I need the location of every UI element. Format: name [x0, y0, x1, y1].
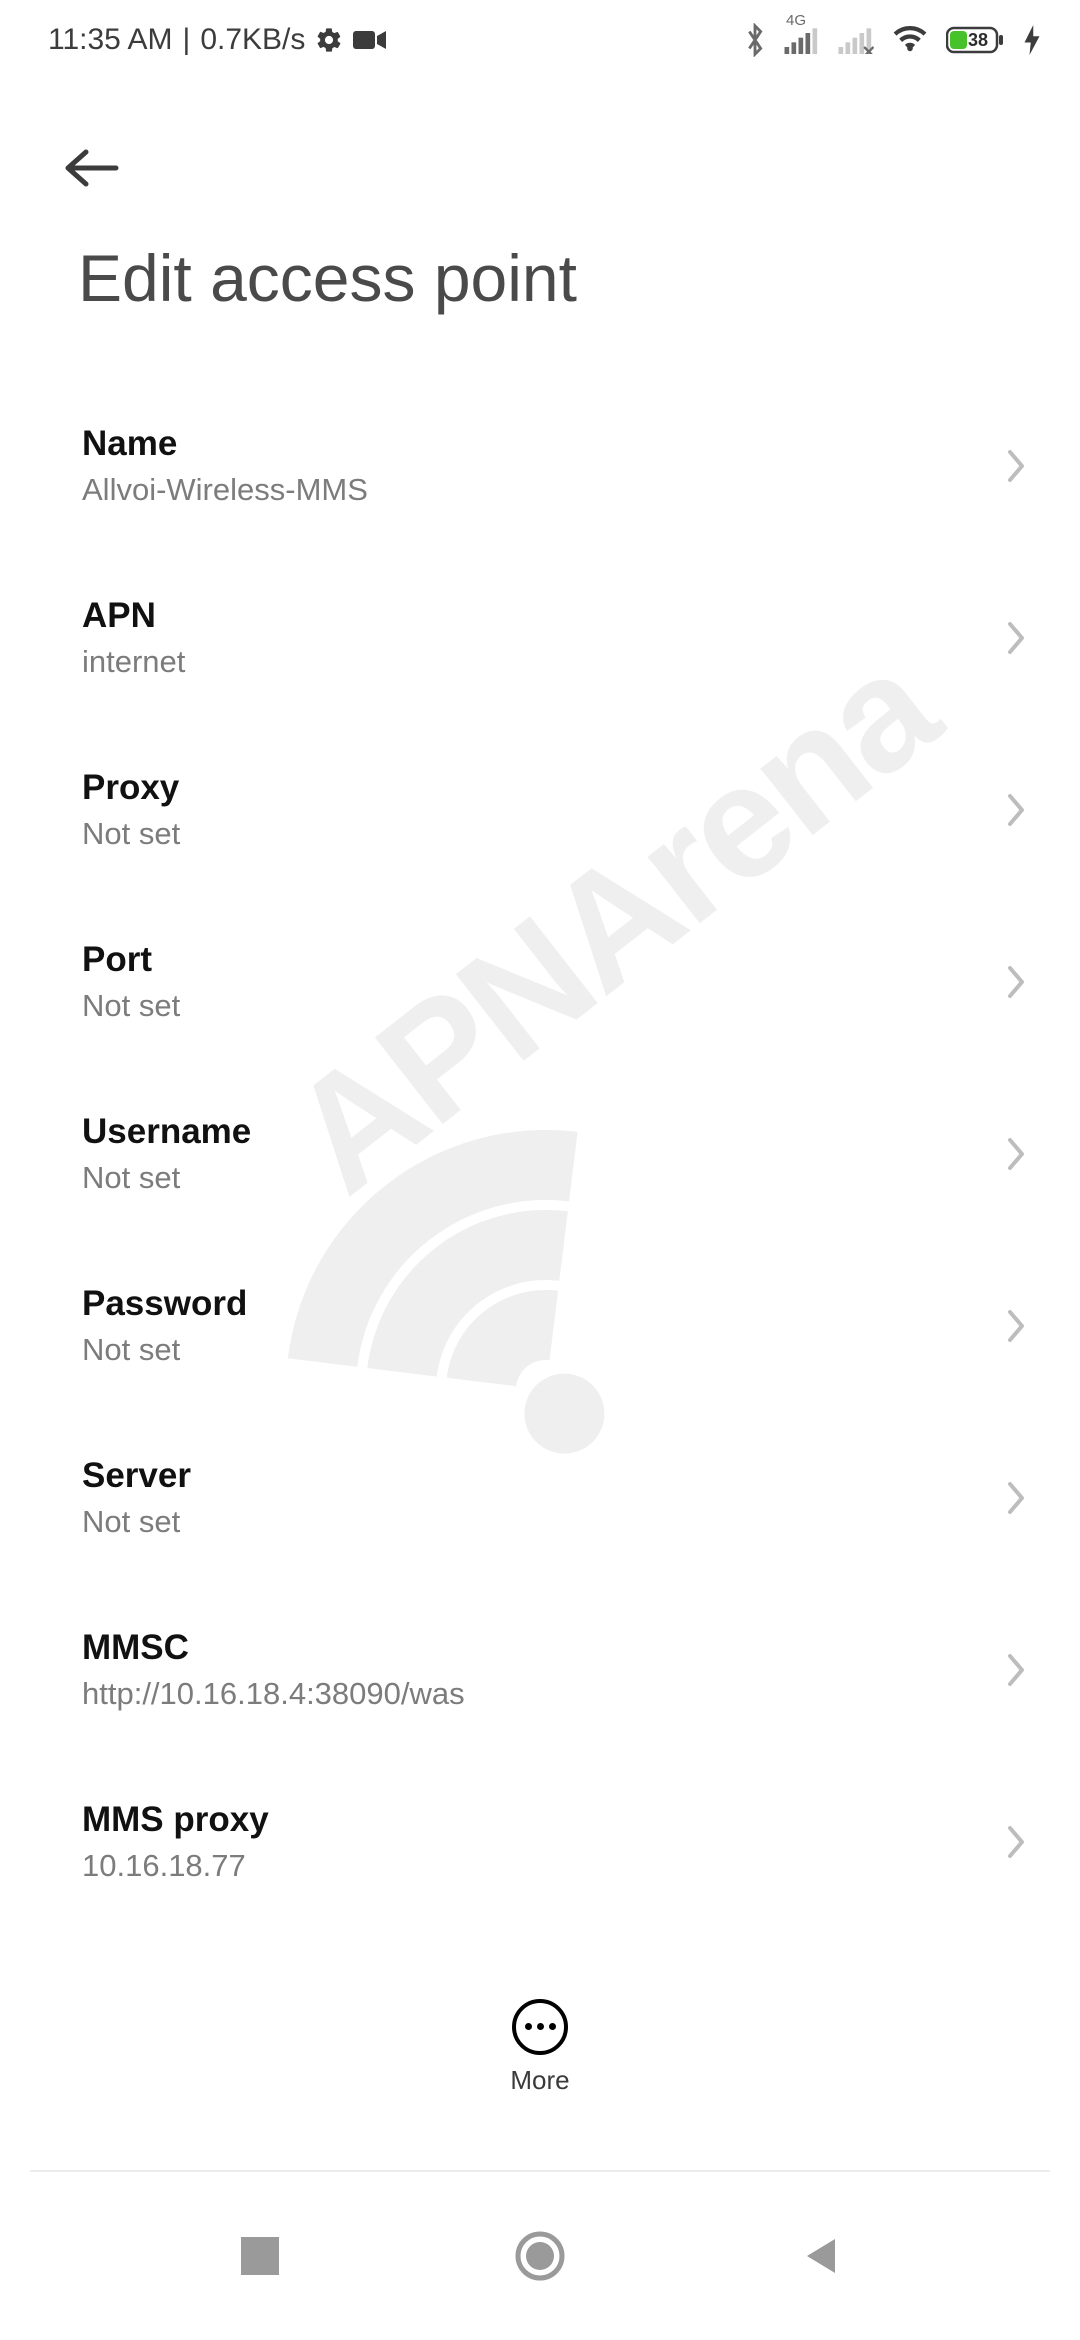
- row-label: Name: [82, 424, 980, 464]
- row-mmsc[interactable]: MMSC http://10.16.18.4:38090/was: [0, 1584, 1080, 1756]
- row-value: Not set: [82, 1332, 980, 1368]
- row-value: internet: [82, 644, 980, 680]
- row-value: http://10.16.18.4:38090/was: [82, 1676, 980, 1712]
- back-button[interactable]: [60, 144, 124, 192]
- chevron-right-icon: [1004, 1822, 1028, 1862]
- arrow-left-icon: [60, 144, 124, 192]
- row-value: Not set: [82, 816, 980, 852]
- wifi-icon: [892, 26, 928, 54]
- row-value: Allvoi-Wireless-MMS: [82, 472, 980, 508]
- charging-icon: [1024, 25, 1040, 55]
- row-label: Password: [82, 1284, 980, 1324]
- chevron-right-icon: [1004, 1306, 1028, 1346]
- row-port[interactable]: Port Not set: [0, 896, 1080, 1068]
- chevron-right-icon: [1004, 1650, 1028, 1690]
- row-mms-proxy[interactable]: MMS proxy 10.16.18.77: [0, 1756, 1080, 1928]
- settings-list: Name Allvoi-Wireless-MMS APN internet Pr…: [0, 380, 1080, 1950]
- more-button[interactable]: More: [0, 1972, 1080, 2122]
- nav-recents-button[interactable]: [225, 2221, 295, 2291]
- chevron-right-icon: [1004, 618, 1028, 658]
- square-icon: [241, 2237, 279, 2275]
- status-net-speed: 0.7KB/s: [200, 23, 305, 57]
- row-value: Not set: [82, 1160, 980, 1196]
- nav-home-button[interactable]: [505, 2221, 575, 2291]
- header: [0, 128, 1080, 208]
- row-password[interactable]: Password Not set: [0, 1240, 1080, 1412]
- gear-icon: [315, 26, 343, 54]
- more-label: More: [510, 2065, 569, 2096]
- triangle-left-icon: [801, 2235, 839, 2277]
- row-label: Username: [82, 1112, 980, 1152]
- row-label: Port: [82, 940, 980, 980]
- more-icon: [512, 1999, 568, 2055]
- row-label: Server: [82, 1456, 980, 1496]
- chevron-right-icon: [1004, 446, 1028, 486]
- status-time: 11:35 AM: [48, 23, 173, 57]
- row-apn[interactable]: APN internet: [0, 552, 1080, 724]
- row-name[interactable]: Name Allvoi-Wireless-MMS: [0, 380, 1080, 552]
- chevron-right-icon: [1004, 1478, 1028, 1518]
- status-bar: 11:35 AM | 0.7KB/s 4G 38: [0, 0, 1080, 80]
- circle-icon: [515, 2231, 565, 2281]
- chevron-right-icon: [1004, 1134, 1028, 1174]
- chevron-right-icon: [1004, 962, 1028, 1002]
- signal-4g-icon: 4G: [784, 26, 820, 54]
- row-value: 10.16.18.77: [82, 1848, 980, 1884]
- row-value: Not set: [82, 1504, 980, 1540]
- battery-icon: 38: [946, 25, 1006, 55]
- camera-icon: [353, 28, 387, 52]
- row-label: Proxy: [82, 768, 980, 808]
- row-value: Not set: [82, 988, 980, 1024]
- page-title: Edit access point: [78, 240, 577, 316]
- bluetooth-icon: [744, 23, 766, 57]
- row-label: APN: [82, 596, 980, 636]
- row-label: MMSC: [82, 1628, 980, 1668]
- row-server[interactable]: Server Not set: [0, 1412, 1080, 1584]
- row-proxy[interactable]: Proxy Not set: [0, 724, 1080, 896]
- row-label: MMS proxy: [82, 1800, 980, 1840]
- navigation-bar: [0, 2172, 1080, 2340]
- nav-back-button[interactable]: [785, 2221, 855, 2291]
- row-username[interactable]: Username Not set: [0, 1068, 1080, 1240]
- signal-nosim-icon: [838, 26, 874, 54]
- chevron-right-icon: [1004, 790, 1028, 830]
